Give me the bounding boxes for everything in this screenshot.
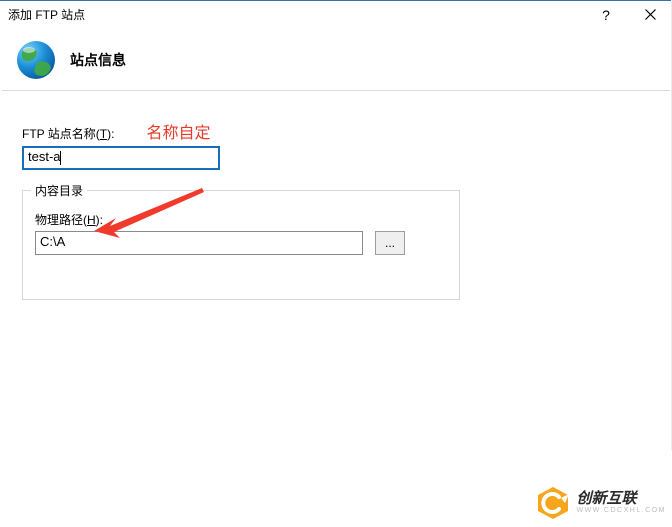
close-icon xyxy=(645,9,656,20)
close-button[interactable] xyxy=(628,1,672,28)
physical-path-label: 物理路径(H): xyxy=(35,211,447,228)
content-directory-group: 内容目录 物理路径(H): C:\A ... xyxy=(22,190,460,300)
site-name-label: FTP 站点名称(T): xyxy=(22,125,114,142)
watermark: 创新互联 WWW.CDCXHL.COM xyxy=(512,479,672,527)
header-title: 站点信息 xyxy=(70,50,126,70)
site-name-annotation: 名称自定 xyxy=(146,119,210,143)
physical-path-input[interactable]: C:\A xyxy=(35,231,363,255)
browse-button-label: ... xyxy=(385,237,395,249)
site-name-value: test-a xyxy=(28,149,61,164)
content-directory-legend: 内容目录 xyxy=(31,182,87,199)
watermark-brand-en: WWW.CDCXHL.COM xyxy=(577,507,666,515)
text-caret xyxy=(60,151,61,165)
help-button[interactable]: ? xyxy=(584,1,628,28)
watermark-brand-cn: 创新互联 xyxy=(577,491,666,508)
content-area: FTP 站点名称(T): 名称自定 test-a 内容目录 物理路径(H): C… xyxy=(0,91,672,300)
physical-path-value: C:\A xyxy=(40,234,65,249)
watermark-text: 创新互联 WWW.CDCXHL.COM xyxy=(577,491,666,515)
site-name-label-row: FTP 站点名称(T): 名称自定 xyxy=(22,119,650,143)
window-title: 添加 FTP 站点 xyxy=(8,6,85,23)
physical-path-row: C:\A ... xyxy=(35,231,447,255)
site-name-input[interactable]: test-a xyxy=(22,146,220,170)
window-titlebar: 添加 FTP 站点 ? xyxy=(0,0,672,28)
dialog-header: 站点信息 xyxy=(0,28,672,90)
browse-button[interactable]: ... xyxy=(375,231,405,255)
globe-icon xyxy=(14,38,58,82)
watermark-badge-icon xyxy=(535,485,571,521)
